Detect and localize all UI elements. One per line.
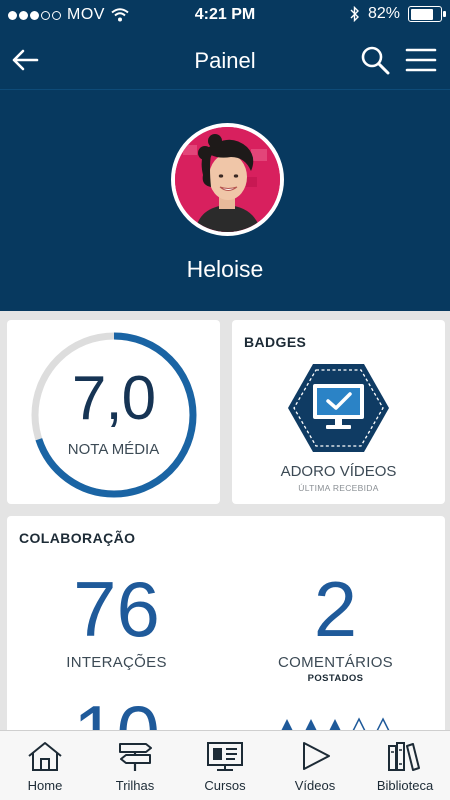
profile-name: Heloise xyxy=(186,256,264,282)
tab-videos-label: Vídeos xyxy=(294,778,336,793)
home-icon xyxy=(28,742,62,771)
signpost-icon xyxy=(119,743,152,771)
tab-home-label: Home xyxy=(27,778,63,793)
hamburger-menu-icon xyxy=(405,48,437,72)
tab-videos[interactable]: Vídeos xyxy=(270,731,360,800)
search-icon xyxy=(361,46,390,75)
average-score-card[interactable]: 7,0 NOTA MÉDIA xyxy=(7,320,220,504)
bottom-tab-bar: Home Trilhas Cursos Vídeos Biblioteca xyxy=(0,730,450,800)
tab-trilhas-label: Trilhas xyxy=(115,778,155,793)
dashboard-screen: MOV 4:21 PM 82% Painel Heloise 7,0 NOTA … xyxy=(0,0,450,800)
badges-heading: BADGES xyxy=(244,334,307,350)
collaboration-card[interactable]: COLABORAÇÃO 76 INTERAÇÕES 2 COMENTÁRIOS … xyxy=(7,516,445,772)
battery-level xyxy=(410,8,434,20)
tab-cursos-label: Cursos xyxy=(204,778,246,793)
video-badge-icon xyxy=(288,364,389,452)
interactions-stat: 76 INTERAÇÕES xyxy=(7,570,226,671)
menu-button[interactable] xyxy=(404,43,438,77)
badges-card[interactable]: BADGES ADORO VÍDEOS ÚLTIMA RECEBIDA xyxy=(232,320,445,504)
battery-icon xyxy=(408,6,446,22)
avatar-photo xyxy=(175,127,280,232)
tab-home[interactable]: Home xyxy=(0,731,90,800)
comments-value: 2 xyxy=(313,565,358,653)
comments-label: COMENTÁRIOS xyxy=(278,654,393,671)
navigation-bar: Painel xyxy=(0,30,450,90)
search-button[interactable] xyxy=(358,43,392,77)
average-score-label: NOTA MÉDIA xyxy=(67,441,160,458)
average-score-value: 7,0 xyxy=(71,364,156,433)
badge-name: ADORO VÍDEOS xyxy=(280,463,397,480)
play-icon xyxy=(303,742,330,770)
course-screen-icon xyxy=(207,742,243,771)
interactions-label: INTERAÇÕES xyxy=(66,654,167,671)
badge-subtitle: ÚLTIMA RECEBIDA xyxy=(298,483,379,493)
tab-biblioteca[interactable]: Biblioteca xyxy=(360,731,450,800)
tab-trilhas[interactable]: Trilhas xyxy=(90,731,180,800)
avatar[interactable] xyxy=(171,123,284,236)
books-icon xyxy=(388,742,420,771)
bluetooth-icon xyxy=(350,6,359,22)
tab-biblioteca-label: Biblioteca xyxy=(376,778,434,793)
interactions-value: 76 xyxy=(73,565,160,653)
collaboration-heading: COLABORAÇÃO xyxy=(19,530,136,546)
battery-percent: 82% xyxy=(367,5,400,22)
comments-sublabel: POSTADOS xyxy=(307,673,364,684)
tab-cursos[interactable]: Cursos xyxy=(180,731,270,800)
comments-stat: 2 COMENTÁRIOS POSTADOS xyxy=(226,570,445,684)
profile-header: MOV 4:21 PM 82% Painel Heloise xyxy=(0,0,450,311)
status-bar: MOV 4:21 PM 82% xyxy=(0,0,450,30)
